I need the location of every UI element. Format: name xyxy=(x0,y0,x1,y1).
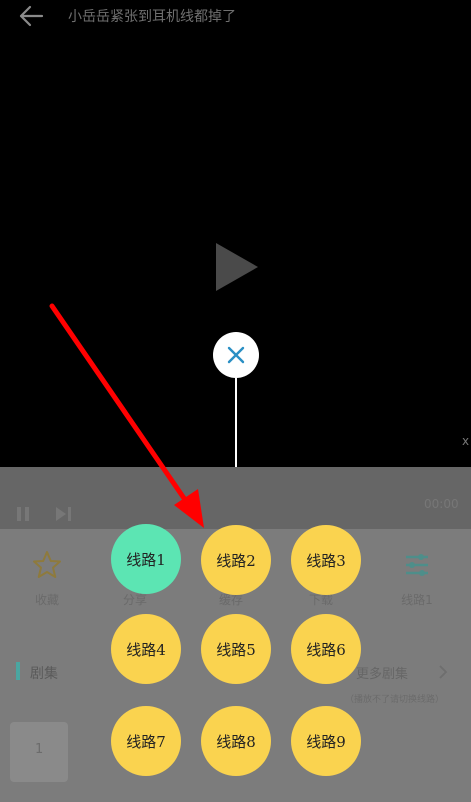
route-8-label: 线路8 xyxy=(216,732,256,751)
route-5-label: 线路5 xyxy=(216,640,256,659)
route-9-button[interactable]: 线路9 xyxy=(291,706,361,776)
star-icon xyxy=(33,551,61,578)
video-title: 小岳岳紧张到耳机线都掉了 xyxy=(68,9,236,25)
route-1-button[interactable]: 线路1 xyxy=(111,524,181,594)
time-label: 00:00 xyxy=(424,497,459,511)
route-6-button[interactable]: 线路6 xyxy=(291,614,361,684)
next-icon[interactable] xyxy=(54,505,74,523)
close-route-popup-button[interactable] xyxy=(213,332,259,378)
route-hint: （播放不了请切换线路） xyxy=(345,695,445,705)
episode-number: 1 xyxy=(35,742,44,757)
close-icon xyxy=(227,346,245,364)
episode-item[interactable]: 1 xyxy=(10,722,68,782)
more-episodes-link[interactable]: 更多剧集 xyxy=(356,663,408,682)
side-close-mark[interactable]: x xyxy=(462,434,469,448)
route-1-label: 线路1 xyxy=(126,550,166,569)
title-bar: 小岳岳紧张到耳机线都掉了 xyxy=(0,0,471,34)
route-5-button[interactable]: 线路5 xyxy=(201,614,271,684)
route-3-label: 线路3 xyxy=(306,551,346,570)
player-controls: 00:00 xyxy=(0,467,471,529)
favorite-button[interactable]: 收藏 xyxy=(12,549,82,608)
route-3-button[interactable]: 线路3 xyxy=(291,525,361,595)
sliders-icon xyxy=(406,554,428,576)
share-label: 分享 xyxy=(122,593,147,607)
route-7-button[interactable]: 线路7 xyxy=(111,706,181,776)
route-6-label: 线路6 xyxy=(306,640,346,659)
route-2-label: 线路2 xyxy=(216,551,256,570)
play-icon[interactable] xyxy=(214,241,260,293)
pause-icon[interactable] xyxy=(14,505,32,523)
route-7-label: 线路7 xyxy=(126,732,166,751)
route-4-button[interactable]: 线路4 xyxy=(111,614,181,684)
route-9-label: 线路9 xyxy=(306,732,346,751)
arrow-left-icon[interactable] xyxy=(18,5,44,27)
episodes-title: 剧集 xyxy=(30,666,58,682)
route-selector-button[interactable]: 线路1 xyxy=(382,549,452,608)
route-4-label: 线路4 xyxy=(126,640,166,659)
popup-connector-line xyxy=(235,378,237,468)
route-2-button[interactable]: 线路2 xyxy=(201,525,271,595)
section-accent-bar xyxy=(16,662,20,680)
route-selector-label: 线路1 xyxy=(401,593,433,607)
favorite-label: 收藏 xyxy=(34,593,59,607)
chevron-right-icon[interactable] xyxy=(438,665,448,679)
route-8-button[interactable]: 线路8 xyxy=(201,706,271,776)
